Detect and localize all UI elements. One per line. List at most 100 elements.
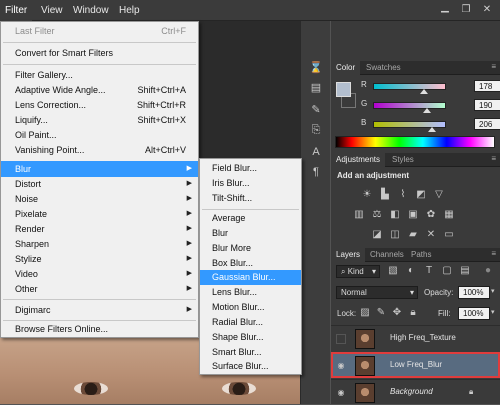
layer-row-selected[interactable]: ◉ Low Freq_Blur xyxy=(331,352,500,378)
invert-icon[interactable]: ◪ xyxy=(371,229,383,241)
tab-paths[interactable]: Paths xyxy=(406,248,436,262)
vibrance-icon[interactable]: ▥ xyxy=(353,209,365,221)
tab-adjustments[interactable]: Adjustments xyxy=(331,153,386,167)
menu-item-sharpen[interactable]: Sharpen ▶ xyxy=(1,236,198,252)
posterize-icon[interactable]: ◫ xyxy=(389,229,401,241)
submenu-item-tilt-shift[interactable]: Tilt-Shift... xyxy=(200,191,301,206)
menu-item-distort[interactable]: Distort ▶ xyxy=(1,176,198,192)
submenu-item-lens-blur[interactable]: Lens Blur... xyxy=(200,285,301,300)
submenu-item-shape-blur[interactable]: Shape Blur... xyxy=(200,330,301,345)
photo-filter-icon[interactable]: ✿ xyxy=(425,209,437,221)
layer-filter-kind-select[interactable]: ⌕ Kind ▾ xyxy=(336,265,380,278)
menu-filter[interactable]: Filter xyxy=(0,0,33,21)
submenu-item-gaussian-blur[interactable]: Gaussian Blur... xyxy=(200,270,301,285)
properties-icon[interactable]: ▤ xyxy=(309,81,323,95)
submenu-item-radial-blur[interactable]: Radial Blur... xyxy=(200,315,301,330)
menu-item-noise[interactable]: Noise ▶ xyxy=(1,191,198,207)
character-icon[interactable]: A xyxy=(309,145,323,159)
submenu-item-box-blur[interactable]: Box Blur... xyxy=(200,256,301,271)
filter-toggle-icon[interactable]: ● xyxy=(482,265,494,277)
channel-mixer-icon[interactable]: ▦ xyxy=(443,209,455,221)
lock-pixels-icon[interactable]: ✎ xyxy=(375,307,387,319)
tab-color[interactable]: Color xyxy=(331,61,361,75)
chevron-down-icon[interactable]: ▾ xyxy=(491,308,495,316)
submenu-item-surface-blur[interactable]: Surface Blur... xyxy=(200,359,301,374)
eye-icon[interactable]: ◉ xyxy=(336,388,346,398)
slider-b-value[interactable]: 206 xyxy=(474,118,500,130)
menu-item-lens-correction[interactable]: Lens Correction... Shift+Ctrl+R xyxy=(1,97,198,113)
tab-channels[interactable]: Channels xyxy=(365,248,409,262)
opacity-input[interactable]: 100% xyxy=(458,286,490,299)
layer-row[interactable]: High Freq_Texture xyxy=(331,325,500,351)
levels-icon[interactable]: ▙ xyxy=(379,189,391,201)
pixel-filter-icon[interactable]: ▧ xyxy=(387,265,399,277)
menu-item-filter-gallery[interactable]: Filter Gallery... xyxy=(1,67,198,83)
panel-menu-icon[interactable]: ≡ xyxy=(491,249,496,258)
menu-window[interactable]: Window xyxy=(68,0,114,21)
exposure-icon[interactable]: ◩ xyxy=(415,189,427,201)
tab-swatches[interactable]: Swatches xyxy=(361,61,406,75)
menu-item-video[interactable]: Video ▶ xyxy=(1,266,198,282)
submenu-item-motion-blur[interactable]: Motion Blur... xyxy=(200,300,301,315)
lock-transparency-icon[interactable]: ▨ xyxy=(359,307,371,319)
submenu-item-blur[interactable]: Blur xyxy=(200,226,301,241)
slider-r-thumb[interactable] xyxy=(419,89,428,94)
close-icon[interactable]: ✕ xyxy=(477,3,497,17)
menu-item-digimarc[interactable]: Digimarc ▶ xyxy=(1,302,198,318)
menu-item-render[interactable]: Render ▶ xyxy=(1,221,198,237)
slider-r-track[interactable] xyxy=(373,83,446,90)
foreground-color-swatch[interactable] xyxy=(336,82,351,97)
menu-item-other[interactable]: Other ▶ xyxy=(1,281,198,297)
brightness-contrast-icon[interactable]: ☀ xyxy=(361,189,373,201)
shape-filter-icon[interactable]: ▢ xyxy=(441,265,453,277)
submenu-item-smart-blur[interactable]: Smart Blur... xyxy=(200,345,301,360)
lock-position-icon[interactable]: ✥ xyxy=(391,307,403,319)
panel-menu-icon[interactable]: ≡ xyxy=(491,62,496,71)
menu-item-browse-filters-online[interactable]: Browse Filters Online... xyxy=(1,321,198,337)
menu-item-liquify[interactable]: Liquify... Shift+Ctrl+X xyxy=(1,112,198,128)
submenu-item-average[interactable]: Average xyxy=(200,211,301,226)
submenu-item-field-blur[interactable]: Field Blur... xyxy=(200,161,301,176)
tab-styles[interactable]: Styles xyxy=(387,153,419,167)
vibrance-icon[interactable]: ▽ xyxy=(433,189,445,201)
menu-item-adaptive-wide-angle[interactable]: Adaptive Wide Angle... Shift+Ctrl+A xyxy=(1,82,198,98)
panel-menu-icon[interactable]: ≡ xyxy=(491,154,496,163)
color-balance-icon[interactable]: ◧ xyxy=(389,209,401,221)
hue-saturation-icon[interactable]: ⚖ xyxy=(371,209,383,221)
menu-item-pixelate[interactable]: Pixelate ▶ xyxy=(1,206,198,222)
menu-item-vanishing-point[interactable]: Vanishing Point... Alt+Ctrl+V xyxy=(1,142,198,158)
submenu-item-iris-blur[interactable]: Iris Blur... xyxy=(200,176,301,191)
smart-object-filter-icon[interactable]: ▤ xyxy=(459,265,471,277)
blend-mode-select[interactable]: Normal ▾ xyxy=(336,286,418,299)
slider-b-thumb[interactable] xyxy=(427,127,436,132)
black-white-icon[interactable]: ▣ xyxy=(407,209,419,221)
threshold-icon[interactable]: ▰ xyxy=(407,229,419,241)
restore-icon[interactable]: ❐ xyxy=(456,3,476,17)
tab-layers[interactable]: Layers xyxy=(331,248,366,262)
gradient-map-icon[interactable]: ▭ xyxy=(443,229,455,241)
visibility-off-icon[interactable] xyxy=(336,334,346,344)
submenu-item-blur-more[interactable]: Blur More xyxy=(200,241,301,256)
menu-item-blur[interactable]: Blur ▶ xyxy=(1,161,198,177)
menu-item-oil-paint[interactable]: Oil Paint... xyxy=(1,127,198,143)
minimize-icon[interactable]: ▁ xyxy=(435,1,455,15)
menu-help[interactable]: Help xyxy=(114,0,145,21)
slider-g-track[interactable] xyxy=(373,102,446,109)
paragraph-icon[interactable]: ¶ xyxy=(309,165,323,179)
slider-g-thumb[interactable] xyxy=(423,108,432,113)
curves-icon[interactable]: ⌇ xyxy=(397,189,409,201)
type-filter-icon[interactable]: T xyxy=(423,265,435,277)
history-icon[interactable]: ⌛ xyxy=(309,61,323,75)
menu-item-convert-smart-filters[interactable]: Convert for Smart Filters xyxy=(1,45,198,61)
chevron-down-icon[interactable]: ▾ xyxy=(491,287,495,295)
menu-view[interactable]: View xyxy=(36,0,68,21)
menu-item-stylize[interactable]: Stylize ▶ xyxy=(1,251,198,267)
color-spectrum-bar[interactable] xyxy=(335,136,495,148)
eye-icon[interactable]: ◉ xyxy=(336,361,346,371)
adjustment-filter-icon[interactable]: ◐ xyxy=(405,265,417,277)
selective-color-icon[interactable]: ✕ xyxy=(425,229,437,241)
layer-row[interactable]: ◉ Background 🔒︎ xyxy=(331,379,500,405)
brush-icon[interactable]: ✎ xyxy=(309,103,323,117)
slider-g-value[interactable]: 190 xyxy=(474,99,500,111)
clone-source-icon[interactable]: ⎘ xyxy=(309,123,323,137)
